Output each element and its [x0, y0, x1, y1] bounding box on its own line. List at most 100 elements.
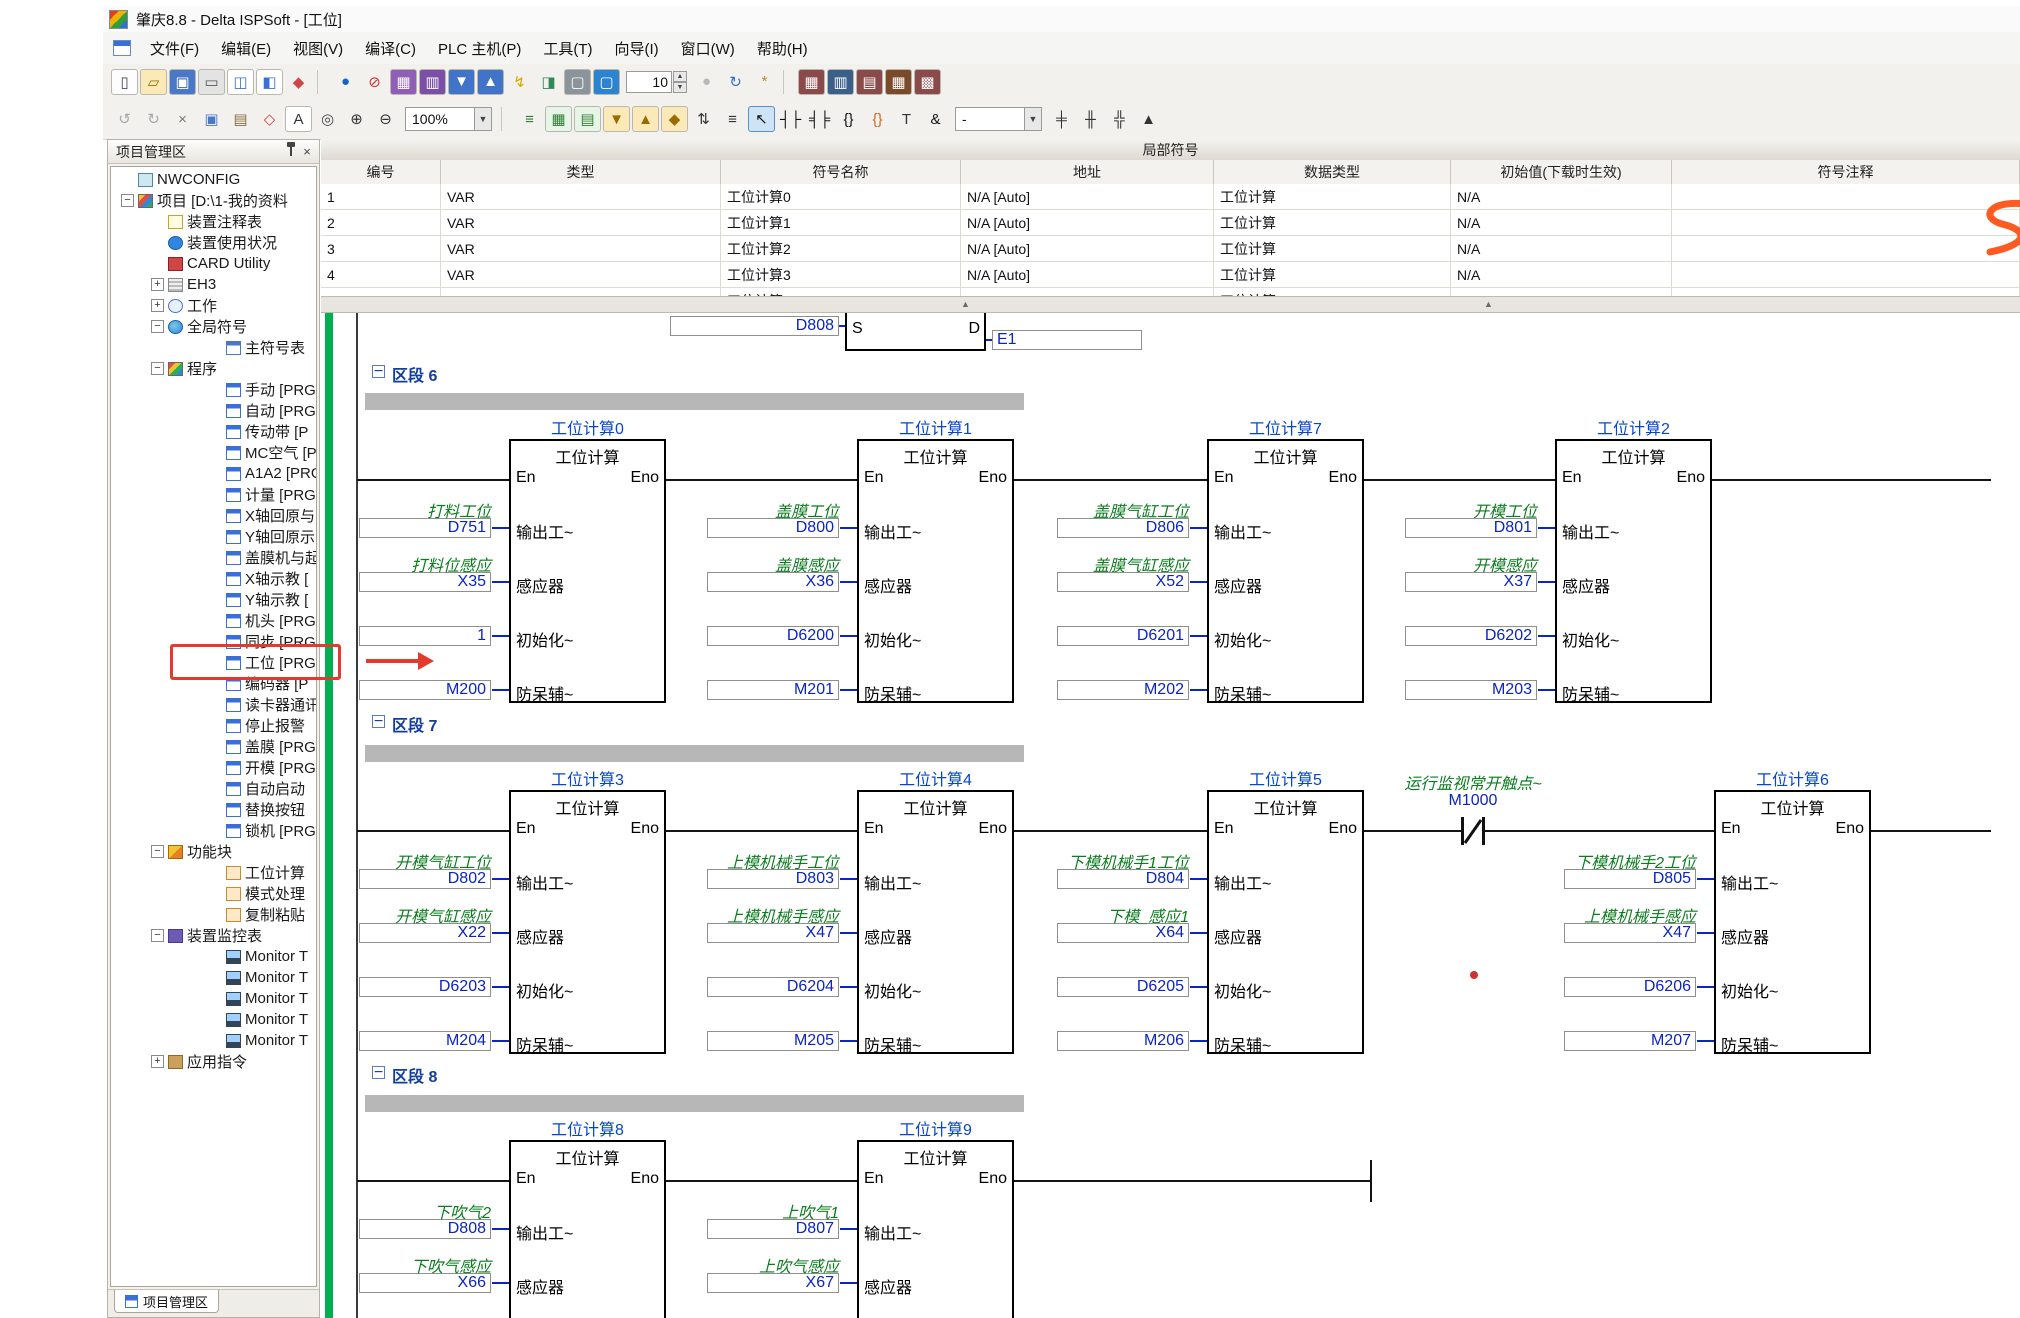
table-view-3-icon[interactable]: ▤: [856, 69, 883, 95]
goto-top-icon[interactable]: ▲: [1135, 106, 1162, 132]
ladder-view-icon[interactable]: ≡: [516, 106, 543, 132]
tree-item-40[interactable]: Monitor T: [111, 1009, 316, 1030]
monitor-table-2-icon[interactable]: ▢: [593, 69, 620, 95]
operand-box[interactable]: M201: [707, 680, 839, 700]
operand-box[interactable]: D808: [359, 1219, 491, 1239]
tree-item-0[interactable]: NWCONFIG: [111, 169, 316, 190]
simulator-start-icon[interactable]: ●: [332, 69, 359, 95]
contact-operand[interactable]: M1000: [1403, 792, 1543, 810]
expand-toggle-icon[interactable]: +: [151, 278, 164, 291]
window-layout-1-icon[interactable]: ◫: [227, 69, 254, 95]
tree-item-42[interactable]: +应用指令: [111, 1051, 316, 1072]
monitor-table-1-icon[interactable]: ▢: [564, 69, 591, 95]
tree-item-28[interactable]: 开模 [PRG: [111, 757, 316, 778]
check-wand-icon[interactable]: *: [751, 69, 778, 95]
tree-item-27[interactable]: 盖膜 [PRG: [111, 736, 316, 757]
section-comment-bar[interactable]: [365, 745, 1024, 762]
tree-item-20[interactable]: Y轴示教 [: [111, 589, 316, 610]
section-collapse-toggle[interactable]: −: [372, 365, 385, 378]
export-1-icon[interactable]: ▼: [603, 106, 630, 132]
expand-toggle-icon[interactable]: −: [151, 320, 164, 333]
smart-edit-view-icon[interactable]: ▤: [574, 106, 601, 132]
tree-item-16[interactable]: X轴回原与: [111, 505, 316, 526]
block-instance-name[interactable]: 工位计算0: [469, 415, 706, 435]
tree-item-36[interactable]: −装置监控表: [111, 925, 316, 946]
plc-transfer-2-icon[interactable]: ▥: [419, 69, 446, 95]
expand-toggle-icon[interactable]: −: [151, 362, 164, 375]
open-project-icon[interactable]: ▱: [140, 69, 167, 95]
label-tool-icon[interactable]: T: [893, 106, 920, 132]
tree-item-33[interactable]: 工位计算: [111, 862, 316, 883]
tree-item-18[interactable]: 盖膜机与起: [111, 547, 316, 568]
child-window-icon[interactable]: [113, 40, 131, 56]
block-instance-name[interactable]: 工位计算4: [817, 766, 1054, 786]
instruction-view-icon[interactable]: ▦: [545, 106, 572, 132]
column-header[interactable]: 地址: [961, 160, 1214, 184]
add-network-icon[interactable]: ╬: [1106, 106, 1133, 132]
table-view-4-icon[interactable]: ▦: [885, 69, 912, 95]
redo-icon[interactable]: ↻: [140, 106, 167, 132]
operand-box[interactable]: D6201: [1057, 626, 1189, 646]
download-program-icon[interactable]: ▼: [448, 69, 475, 95]
tree-item-8[interactable]: 主符号表: [111, 337, 316, 358]
menu-item-1[interactable]: 编辑(E): [210, 34, 282, 63]
operand-box[interactable]: X64: [1057, 923, 1189, 943]
block-instance-name[interactable]: 工位计算9: [817, 1116, 1054, 1136]
operand-box[interactable]: D801: [1405, 518, 1537, 538]
zoom-out-icon[interactable]: ⊖: [372, 106, 399, 132]
operand-box[interactable]: E1: [992, 330, 1142, 350]
column-header[interactable]: 编号: [321, 160, 441, 184]
parallel-contact-tool-icon[interactable]: ╡╞: [806, 106, 833, 132]
tree-item-10[interactable]: 手动 [PRG: [111, 379, 316, 400]
operand-box[interactable]: D6202: [1405, 626, 1537, 646]
section-comment-bar[interactable]: [365, 1095, 1024, 1112]
tree-item-19[interactable]: X轴示教 [: [111, 568, 316, 589]
tree-item-39[interactable]: Monitor T: [111, 988, 316, 1009]
table-scrollbar[interactable]: ▲ ▲: [321, 296, 2020, 313]
menu-item-5[interactable]: 工具(T): [532, 34, 603, 63]
operand-box[interactable]: X47: [1564, 923, 1696, 943]
operand-box[interactable]: M203: [1405, 680, 1537, 700]
section-comment-bar[interactable]: [365, 393, 1024, 410]
copy-icon[interactable]: ▣: [198, 106, 225, 132]
tree-item-7[interactable]: −全局符号: [111, 316, 316, 337]
tree-item-37[interactable]: Monitor T: [111, 946, 316, 967]
table-view-2-icon[interactable]: ▥: [827, 69, 854, 95]
operand-box[interactable]: M204: [359, 1031, 491, 1051]
operand-box[interactable]: D802: [359, 869, 491, 889]
section-collapse-toggle[interactable]: −: [372, 715, 385, 728]
operand-box[interactable]: D800: [707, 518, 839, 538]
operand-box[interactable]: M202: [1057, 680, 1189, 700]
export-3-icon[interactable]: ◆: [661, 106, 688, 132]
menu-item-4[interactable]: PLC 主机(P): [427, 34, 532, 63]
spin-down-button[interactable]: ▼: [673, 82, 687, 93]
operand-box[interactable]: X66: [359, 1273, 491, 1293]
operand-box[interactable]: X47: [707, 923, 839, 943]
export-2-icon[interactable]: ▲: [632, 106, 659, 132]
tree-item-1[interactable]: −项目 [D:\1-我的资料: [111, 190, 316, 211]
tree-item-25[interactable]: 读卡器通讯: [111, 694, 316, 715]
panel-tab-project[interactable]: 项目管理区: [114, 1290, 219, 1313]
zoom-level[interactable]: 100%▼: [405, 107, 492, 131]
tree-item-15[interactable]: 计量 [PRG: [111, 484, 316, 505]
sync-data-icon[interactable]: ↻: [722, 69, 749, 95]
symbol-row[interactable]: 1VAR工位计算0N/A [Auto]工位计算N/A: [321, 184, 2020, 210]
list-order-icon[interactable]: ≡: [719, 106, 746, 132]
tree-item-14[interactable]: A1A2 [PRG: [111, 463, 316, 484]
menu-item-8[interactable]: 帮助(H): [746, 34, 819, 63]
print-icon[interactable]: ▭: [198, 69, 225, 95]
column-header[interactable]: 类型: [441, 160, 721, 184]
operand-box[interactable]: D6203: [359, 977, 491, 997]
brace-tool-icon[interactable]: {}: [835, 106, 862, 132]
ladder-editor[interactable]: D808SDE1−区段 6工位计算EnEno工位计算0输出工~D751打料工位感…: [321, 313, 2020, 1318]
format-brush-icon[interactable]: ◆: [285, 69, 312, 95]
column-header[interactable]: 符号注释: [1672, 160, 2020, 184]
tree-item-38[interactable]: Monitor T: [111, 967, 316, 988]
expand-toggle-icon[interactable]: −: [151, 929, 164, 942]
operand-box[interactable]: D751: [359, 518, 491, 538]
tree-item-31[interactable]: 锁机 [PRG: [111, 820, 316, 841]
symbol-row[interactable]: 3VAR工位计算2N/A [Auto]工位计算N/A: [321, 236, 2020, 262]
chevron-down-icon[interactable]: ▼: [474, 108, 491, 130]
block-instance-name[interactable]: 工位计算6: [1674, 766, 1911, 786]
tree-item-13[interactable]: MC空气 [P: [111, 442, 316, 463]
